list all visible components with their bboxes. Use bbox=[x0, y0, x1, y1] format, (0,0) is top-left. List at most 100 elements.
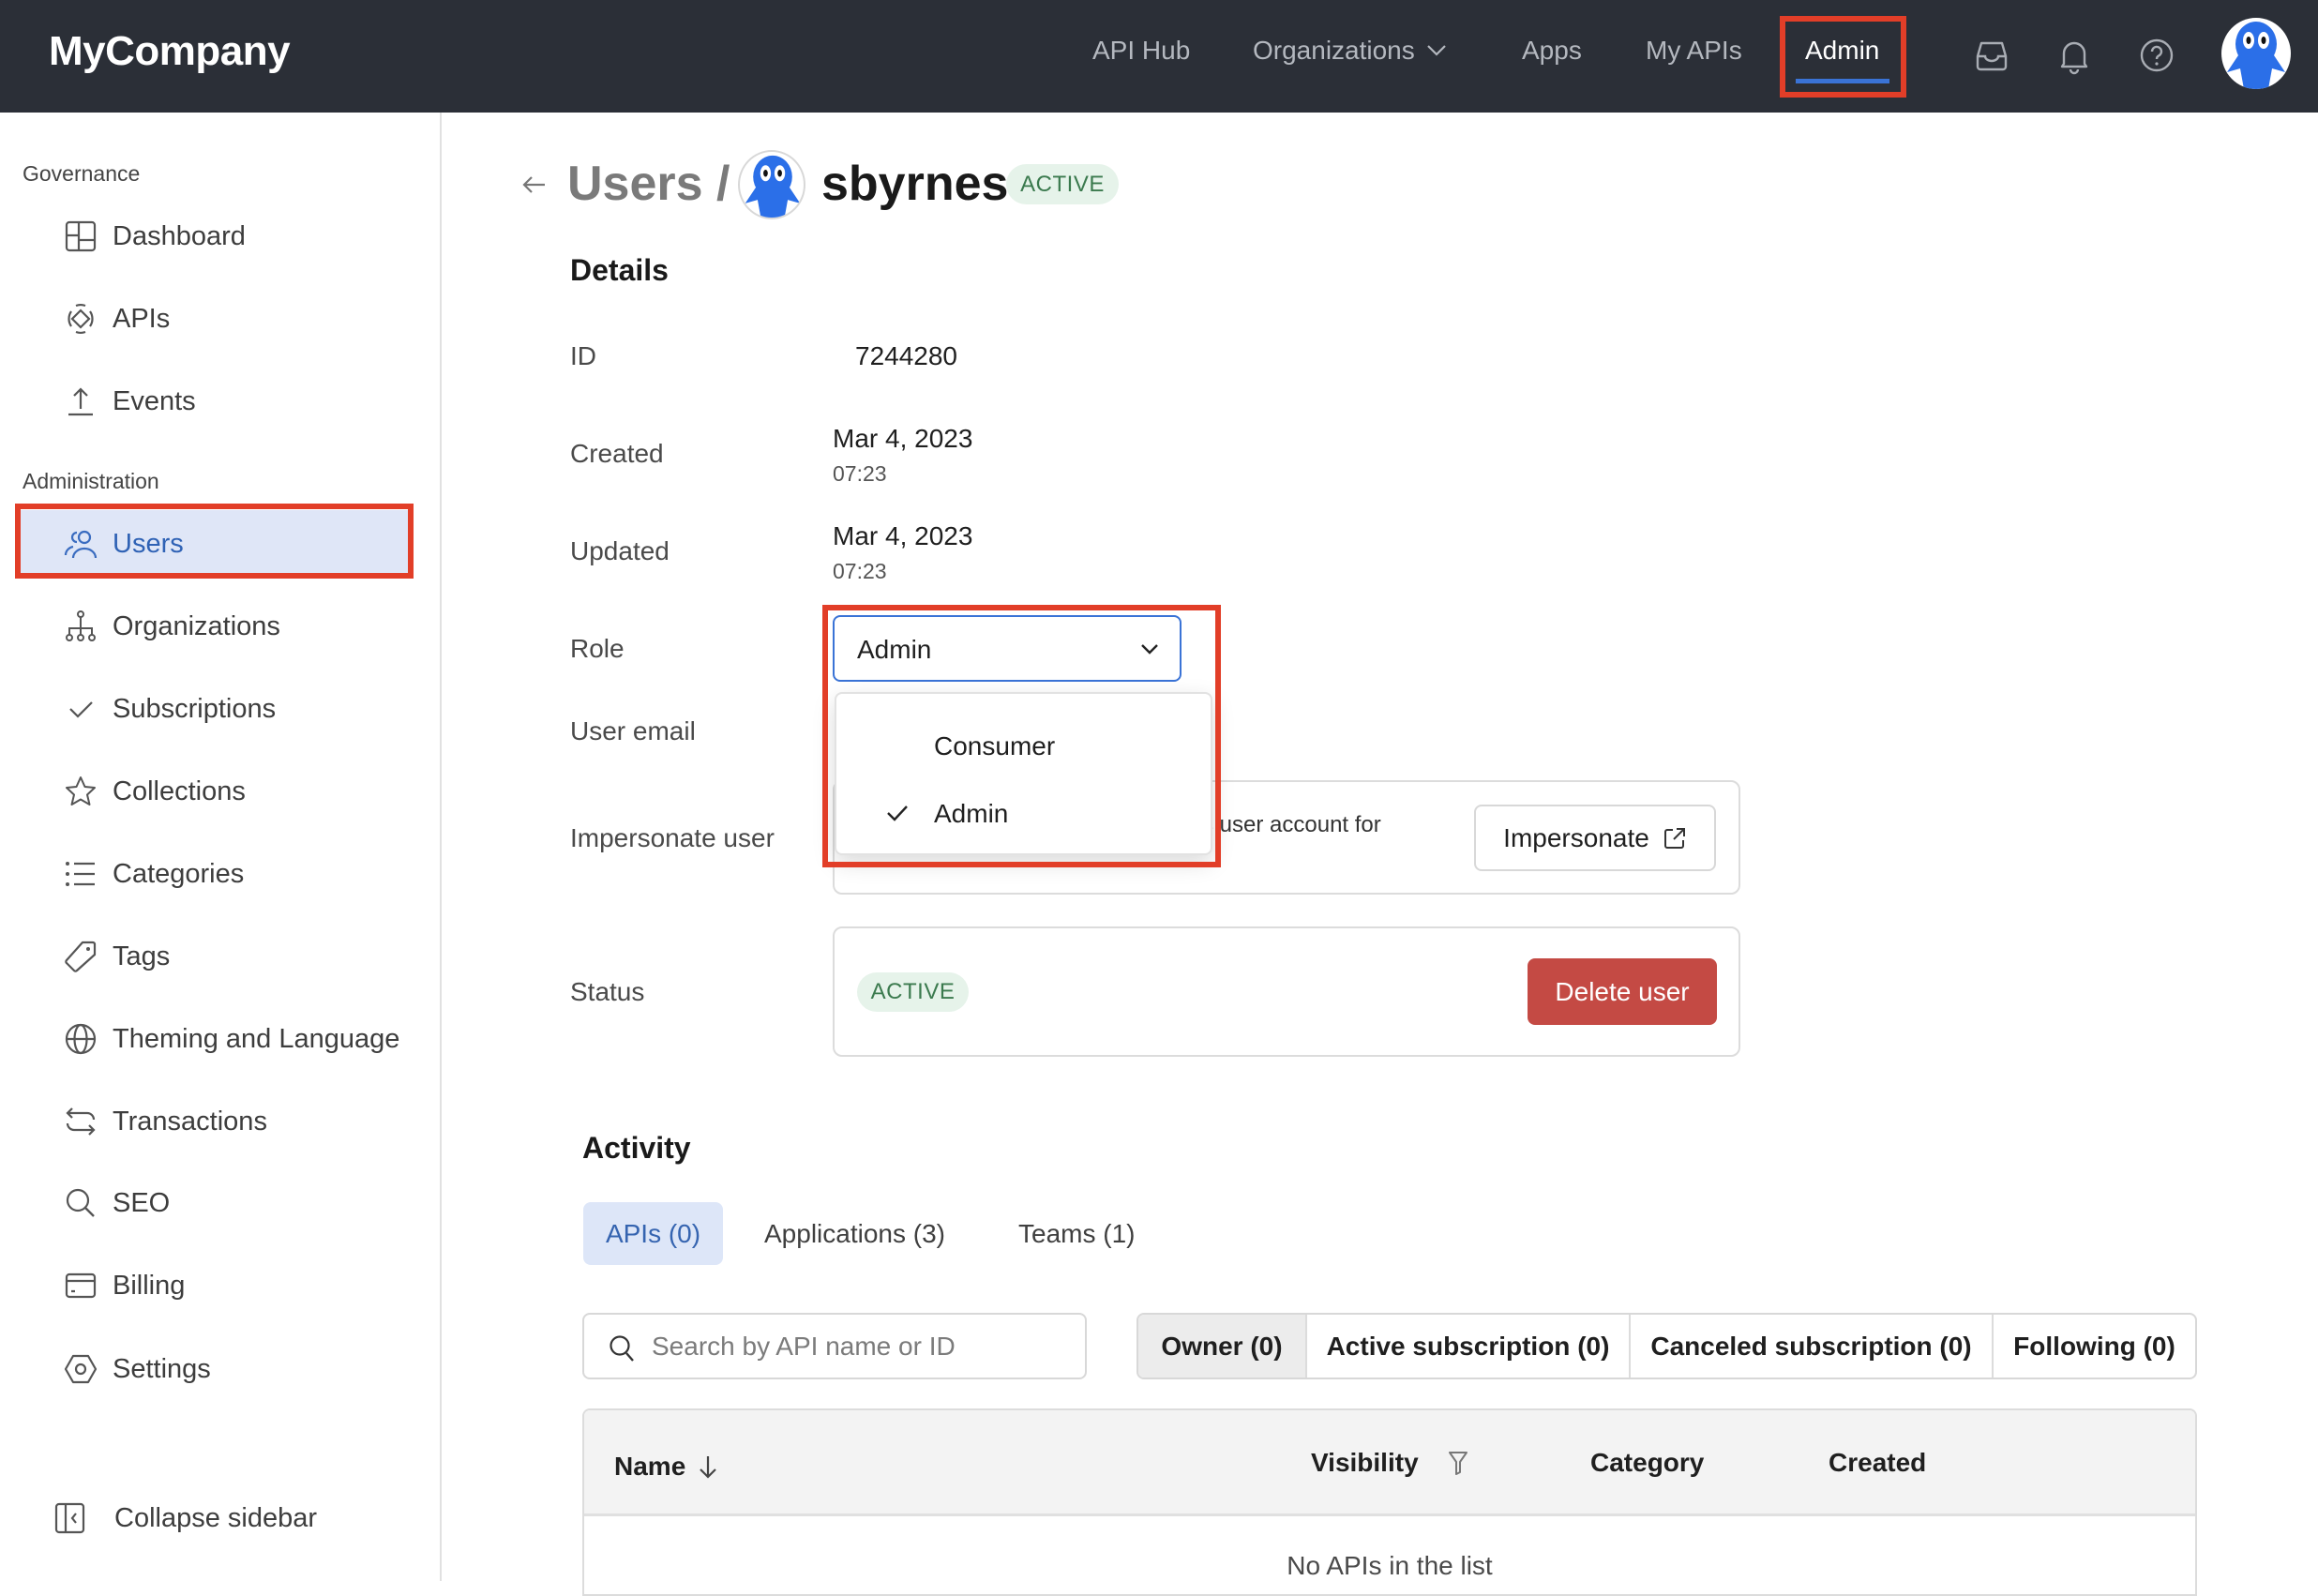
table-header: Name Visibility Category Created bbox=[584, 1410, 2195, 1516]
tab-teams[interactable]: Teams (1) bbox=[996, 1202, 1157, 1265]
user-avatar[interactable] bbox=[2221, 18, 2291, 89]
sort-descending-icon bbox=[700, 1456, 717, 1479]
sidebar-item-organizations[interactable]: Organizations bbox=[15, 593, 414, 660]
id-label: ID bbox=[570, 341, 596, 370]
help-icon[interactable] bbox=[2137, 36, 2176, 75]
role-option-label: Consumer bbox=[934, 731, 1056, 760]
empty-table-message: No APIs in the list bbox=[1287, 1551, 1493, 1580]
avatar-mascot-icon bbox=[2227, 22, 2285, 89]
column-header-visibility[interactable]: Visibility bbox=[1311, 1448, 1469, 1478]
sidebar-item-settings[interactable]: Settings bbox=[15, 1335, 414, 1403]
column-header-category[interactable]: Category bbox=[1590, 1448, 1704, 1478]
sidebar-item-billing[interactable]: Billing bbox=[15, 1252, 414, 1319]
search-icon bbox=[610, 1335, 634, 1362]
check-icon bbox=[69, 701, 93, 718]
page-title-username: sbyrnes bbox=[821, 157, 1009, 211]
filter-icon[interactable] bbox=[1447, 1450, 1469, 1476]
hierarchy-icon bbox=[66, 610, 96, 641]
nav-organizations[interactable]: Organizations bbox=[1253, 36, 1447, 66]
role-option-consumer[interactable]: Consumer bbox=[836, 713, 1211, 778]
collapse-sidebar-button[interactable]: Collapse sidebar bbox=[15, 1484, 414, 1552]
sidebar-item-label: Tags bbox=[113, 941, 171, 971]
sidebar-item-seo[interactable]: SEO bbox=[15, 1169, 414, 1237]
nav-organizations-label: Organizations bbox=[1253, 36, 1415, 65]
sidebar-item-categories[interactable]: Categories bbox=[15, 840, 414, 908]
filter-active-subscription[interactable]: Active subscription (0) bbox=[1307, 1315, 1631, 1378]
sidebar-item-transactions[interactable]: Transactions bbox=[15, 1088, 414, 1155]
filter-following[interactable]: Following (0) bbox=[1994, 1315, 2195, 1378]
external-link-icon bbox=[1663, 827, 1685, 849]
activity-heading: Activity bbox=[582, 1131, 691, 1165]
sidebar-item-dashboard[interactable]: Dashboard bbox=[15, 203, 414, 270]
sidebar: Governance Dashboard APIs Events Adminis… bbox=[0, 113, 442, 1581]
sidebar-item-label: Dashboard bbox=[113, 220, 246, 251]
users-icon bbox=[64, 530, 98, 559]
check-icon bbox=[887, 806, 908, 821]
nav-my-apis[interactable]: My APIs bbox=[1646, 36, 1742, 66]
sidebar-item-subscriptions[interactable]: Subscriptions bbox=[15, 675, 414, 743]
back-arrow-icon[interactable] bbox=[520, 171, 549, 199]
id-value: 7244280 bbox=[855, 341, 958, 370]
breadcrumb-users-link[interactable]: Users / bbox=[567, 156, 730, 212]
role-select-value: Admin bbox=[857, 635, 932, 664]
tag-icon bbox=[65, 941, 97, 972]
sidebar-item-label: Settings bbox=[113, 1353, 211, 1384]
company-logo[interactable]: MyCompany bbox=[49, 28, 291, 75]
tab-applications[interactable]: Applications (3) bbox=[742, 1202, 968, 1265]
nav-admin[interactable]: Admin bbox=[1805, 36, 1879, 66]
sidebar-item-theming[interactable]: Theming and Language bbox=[15, 1005, 414, 1073]
sidebar-item-label: Categories bbox=[113, 858, 245, 889]
chevron-down-icon bbox=[1426, 45, 1446, 56]
top-navigation-bar: MyCompany API Hub Organizations Apps My … bbox=[0, 0, 2318, 113]
api-search-field[interactable] bbox=[582, 1313, 1087, 1379]
active-nav-indicator bbox=[1796, 79, 1889, 83]
settings-icon bbox=[64, 1354, 98, 1384]
list-icon bbox=[66, 862, 95, 886]
sidebar-item-label: Collections bbox=[113, 775, 246, 806]
status-badge: ACTIVE bbox=[1006, 164, 1119, 204]
nav-apps[interactable]: Apps bbox=[1522, 36, 1582, 66]
updated-label: Updated bbox=[570, 536, 670, 565]
filter-owner[interactable]: Owner (0) bbox=[1138, 1315, 1307, 1378]
filter-canceled-subscription[interactable]: Canceled subscription (0) bbox=[1631, 1315, 1994, 1378]
nav-api-hub[interactable]: API Hub bbox=[1092, 36, 1190, 66]
collapse-sidebar-icon bbox=[54, 1502, 85, 1534]
created-label: Created bbox=[570, 439, 664, 468]
globe-icon bbox=[65, 1023, 97, 1055]
created-date: Mar 4, 2023 bbox=[833, 424, 973, 453]
star-icon bbox=[66, 776, 96, 806]
sidebar-item-label: Organizations bbox=[113, 610, 280, 641]
tab-apis[interactable]: APIs (0) bbox=[583, 1202, 723, 1265]
column-header-created[interactable]: Created bbox=[1829, 1448, 1926, 1478]
role-select[interactable]: Admin bbox=[833, 615, 1182, 682]
sidebar-item-label: Events bbox=[113, 385, 196, 416]
sidebar-item-events[interactable]: Events bbox=[15, 368, 414, 435]
arrows-icon bbox=[66, 1107, 96, 1136]
sidebar-section-administration: Administration bbox=[23, 469, 159, 493]
avatar-mascot-icon bbox=[745, 155, 801, 218]
status-label: Status bbox=[570, 977, 645, 1006]
sidebar-item-label: SEO bbox=[113, 1187, 171, 1218]
sidebar-item-apis[interactable]: APIs bbox=[15, 285, 414, 353]
sidebar-item-label: Transactions bbox=[113, 1106, 267, 1137]
upload-icon bbox=[68, 387, 93, 416]
column-header-name[interactable]: Name bbox=[614, 1452, 719, 1482]
sidebar-item-label: Theming and Language bbox=[113, 1023, 400, 1054]
impersonate-user-label: Impersonate user bbox=[570, 823, 775, 852]
updated-date: Mar 4, 2023 bbox=[833, 521, 973, 550]
inbox-icon[interactable] bbox=[1972, 36, 2011, 75]
sidebar-item-tags[interactable]: Tags bbox=[15, 923, 414, 990]
sidebar-item-users[interactable]: Users bbox=[15, 510, 414, 578]
impersonate-button[interactable]: Impersonate bbox=[1474, 805, 1716, 871]
main-content: Users / sbyrnes ACTIVE Details ID 724428… bbox=[444, 113, 2318, 1596]
status-card: ACTIVE Delete user bbox=[833, 926, 1740, 1057]
bell-icon[interactable] bbox=[2055, 36, 2094, 75]
api-filter-segmented-control: Owner (0) Active subscription (0) Cancel… bbox=[1136, 1313, 2197, 1379]
column-header-label: Name bbox=[614, 1452, 686, 1481]
role-option-admin[interactable]: Admin bbox=[836, 780, 1211, 846]
chevron-down-icon bbox=[1141, 644, 1158, 655]
sidebar-item-collections[interactable]: Collections bbox=[15, 758, 414, 825]
delete-user-button[interactable]: Delete user bbox=[1528, 958, 1717, 1025]
search-icon bbox=[66, 1188, 95, 1217]
api-search-input[interactable] bbox=[652, 1326, 1074, 1367]
